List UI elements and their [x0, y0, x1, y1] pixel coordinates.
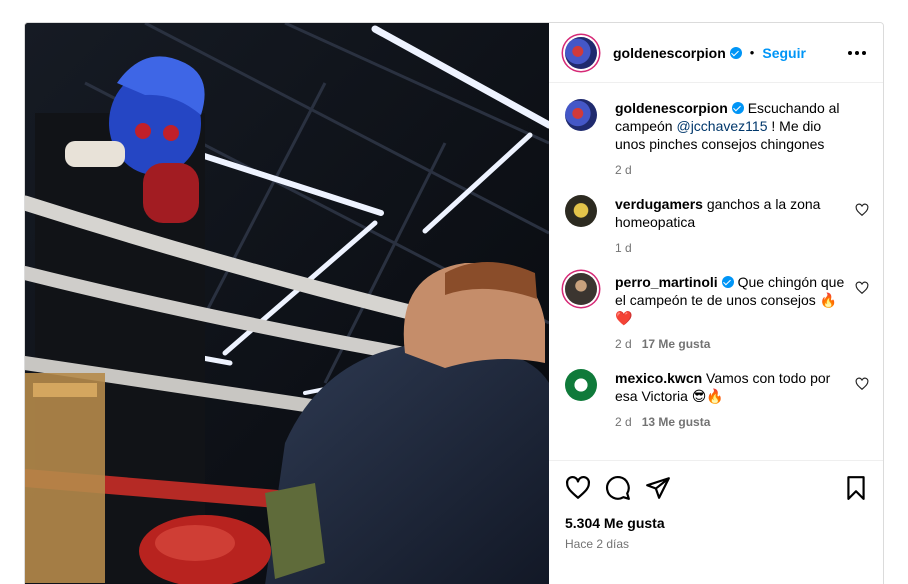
verified-badge-icon — [721, 276, 734, 288]
share-icon[interactable] — [645, 475, 671, 501]
caption-time[interactable]: 2 d — [615, 163, 632, 177]
separator-dot: • — [749, 45, 755, 60]
comment-time[interactable]: 2 d — [615, 415, 632, 429]
comment-time[interactable]: 1 d — [615, 241, 632, 255]
comments-list: goldenescorpion Escuchando al campeón @j… — [549, 83, 883, 459]
post-caption: goldenescorpion Escuchando al campeón @j… — [565, 99, 869, 179]
comment-item: verdugamers ganchos a la zona homeopatic… — [565, 195, 869, 257]
author-username[interactable]: goldenescorpion — [613, 45, 726, 61]
post-time[interactable]: Hace 2 días — [565, 537, 869, 551]
comment-likes[interactable]: 17 Me gusta — [642, 337, 711, 351]
bookmark-icon[interactable] — [843, 475, 869, 501]
commenter-avatar[interactable] — [565, 195, 597, 227]
post-photo[interactable] — [25, 23, 549, 584]
caption-mention-link[interactable]: @jcchavez115 — [676, 118, 767, 134]
post-header: goldenescorpion • Seguir — [549, 23, 883, 83]
comment-username[interactable]: perro_martinoli — [615, 274, 718, 290]
heart-icon[interactable] — [565, 475, 591, 501]
caption-username[interactable]: goldenescorpion — [615, 100, 728, 116]
more-options-icon[interactable] — [845, 41, 869, 65]
heart-icon[interactable] — [855, 281, 869, 295]
likes-count[interactable]: 5.304 Me gusta — [565, 515, 869, 531]
action-icons-row — [565, 475, 869, 501]
commenter-avatar[interactable] — [565, 273, 597, 305]
follow-button[interactable]: Seguir — [762, 45, 806, 61]
post-actions: 5.304 Me gusta Hace 2 días — [549, 460, 883, 551]
commenter-avatar[interactable] — [565, 369, 597, 401]
author-avatar[interactable] — [565, 36, 597, 69]
comment-likes[interactable]: 13 Me gusta — [642, 415, 711, 429]
boxing-ring-photo — [25, 23, 549, 584]
verified-badge-icon — [731, 102, 744, 114]
comment-item: mexico.kwcn Vamos con todo por esa Victo… — [565, 369, 869, 431]
comment-icon[interactable] — [605, 475, 631, 501]
heart-icon[interactable] — [855, 377, 869, 391]
instagram-post: goldenescorpion • Seguir goldenescorpion… — [24, 22, 884, 584]
verified-badge-icon — [729, 46, 742, 59]
comment-item: perro_martinoli Que chingón que el campe… — [565, 273, 869, 353]
caption-author-avatar[interactable] — [565, 99, 597, 131]
comment-username[interactable]: mexico.kwcn — [615, 370, 702, 386]
comment-username[interactable]: verdugamers — [615, 196, 703, 212]
heart-icon[interactable] — [855, 203, 869, 217]
comment-time[interactable]: 2 d — [615, 337, 632, 351]
post-sidebar: goldenescorpion • Seguir goldenescorpion… — [549, 23, 883, 584]
